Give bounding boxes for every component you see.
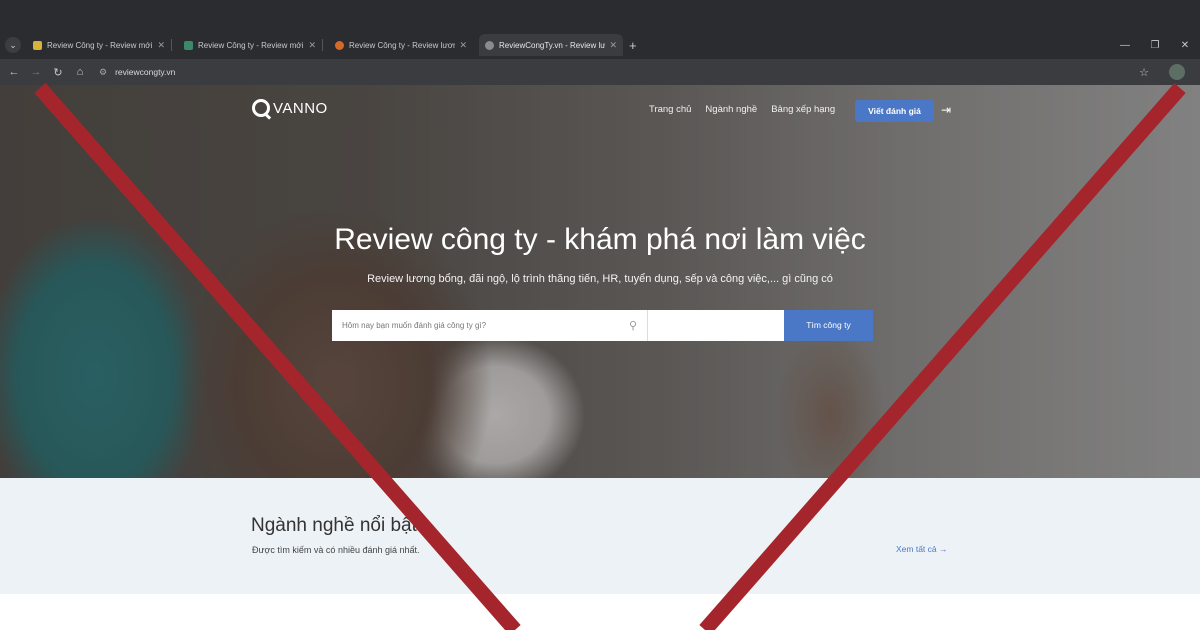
view-all-label: Xem tất cả xyxy=(896,544,937,554)
tab-favicon-icon xyxy=(335,40,344,50)
tab-title: ReviewCongTy.vn - Review lươn xyxy=(499,40,606,50)
tab-title: Review Công ty - Review lương xyxy=(349,40,456,50)
menu-item-industries[interactable]: Ngành nghề xyxy=(705,104,757,115)
profile-avatar[interactable] xyxy=(1169,64,1185,80)
site-logo[interactable]: VANNO xyxy=(252,99,328,117)
address-bar[interactable]: ⚙ reviewcongty.vn ☆ xyxy=(99,62,1159,82)
back-icon[interactable]: ← xyxy=(3,66,25,78)
browser-tab[interactable]: Review Công ty - Review mới... ✕ xyxy=(178,34,322,56)
search-icon: ⚲ xyxy=(628,320,637,332)
close-tab-icon[interactable]: ✕ xyxy=(308,40,316,51)
close-tab-icon[interactable]: ✕ xyxy=(157,40,165,51)
menu-item-home[interactable]: Trang chủ xyxy=(649,104,691,115)
page-bottom xyxy=(0,594,1200,630)
arrow-right-icon: → xyxy=(939,544,948,554)
home-icon[interactable]: ⌂ xyxy=(69,66,91,78)
close-tab-icon[interactable]: ✕ xyxy=(609,40,617,51)
site-header: VANNO Trang chủ Ngành nghề Bảng xếp hạng… xyxy=(0,85,1200,135)
close-window-icon[interactable]: ✕ xyxy=(1170,40,1200,51)
view-all-link[interactable]: Xem tất cả → xyxy=(896,544,948,554)
tab-title: Review Công ty - Review mới... xyxy=(47,40,154,50)
main-menu: Trang chủ Ngành nghề Bảng xếp hạng xyxy=(649,104,835,115)
search-input[interactable]: Hôm nay bạn muốn đánh giá công ty gì? ⚲ xyxy=(332,310,647,341)
browser-tab[interactable]: Review Công ty - Review mới... ✕ xyxy=(27,34,171,56)
window-controls: — ❐ ✕ xyxy=(1110,31,1200,59)
tab-favicon-icon xyxy=(485,40,494,50)
close-tab-icon[interactable]: ✕ xyxy=(459,40,467,51)
search-placeholder: Hôm nay bạn muốn đánh giá công ty gì? xyxy=(342,321,487,330)
tab-search-icon[interactable]: ⌄ xyxy=(5,37,21,53)
screenshot: ⌄ Review Công ty - Review mới... ✕ Revie… xyxy=(0,0,1200,630)
search-button[interactable]: Tìm công ty xyxy=(784,310,873,341)
minimize-icon[interactable]: — xyxy=(1110,40,1140,51)
login-icon[interactable]: ⇥ xyxy=(941,103,955,117)
tab-divider xyxy=(171,39,172,51)
section-title: Ngành nghề nổi bật xyxy=(251,515,417,536)
forward-icon[interactable]: → xyxy=(25,66,47,78)
logo-q-icon xyxy=(252,99,270,117)
write-review-button[interactable]: Viết đánh giá xyxy=(855,100,934,122)
section-subtitle: Được tìm kiếm và có nhiều đánh giá nhất. xyxy=(252,545,420,555)
address-bar-row: ← → ↻ ⌂ ⚙ reviewcongty.vn ☆ xyxy=(0,59,1200,85)
hero-banner: VANNO Trang chủ Ngành nghề Bảng xếp hạng… xyxy=(0,85,1200,478)
site-info-icon[interactable]: ⚙ xyxy=(99,67,107,78)
hero-title: Review công ty - khám phá nơi làm việc xyxy=(334,223,866,256)
browser-tab-active[interactable]: ReviewCongTy.vn - Review lươn ✕ xyxy=(479,34,623,56)
browser-tab[interactable]: Review Công ty - Review lương ✕ xyxy=(329,34,473,56)
featured-industries-section: Ngành nghề nổi bật Được tìm kiếm và có n… xyxy=(0,478,1200,594)
search-form: Hôm nay bạn muốn đánh giá công ty gì? ⚲ … xyxy=(332,310,873,341)
location-input[interactable] xyxy=(647,310,784,341)
logo-text: VANNO xyxy=(273,99,328,117)
tab-favicon-icon xyxy=(33,40,42,50)
window-titlebar xyxy=(0,0,1200,31)
tab-title: Review Công ty - Review mới... xyxy=(198,40,305,50)
bookmark-star-icon[interactable]: ☆ xyxy=(1139,66,1149,79)
menu-item-rankings[interactable]: Bảng xếp hạng xyxy=(771,104,835,115)
reload-icon[interactable]: ↻ xyxy=(47,66,69,79)
restore-icon[interactable]: ❐ xyxy=(1140,40,1170,51)
tab-favicon-icon xyxy=(184,40,193,50)
url-text[interactable]: reviewcongty.vn xyxy=(115,67,175,77)
tab-strip: ⌄ Review Công ty - Review mới... ✕ Revie… xyxy=(0,31,1200,59)
tab-divider xyxy=(322,39,323,51)
new-tab-icon[interactable]: + xyxy=(629,38,637,53)
hero-subtitle: Review lương bổng, đãi ngộ, lộ trình thă… xyxy=(367,273,833,285)
